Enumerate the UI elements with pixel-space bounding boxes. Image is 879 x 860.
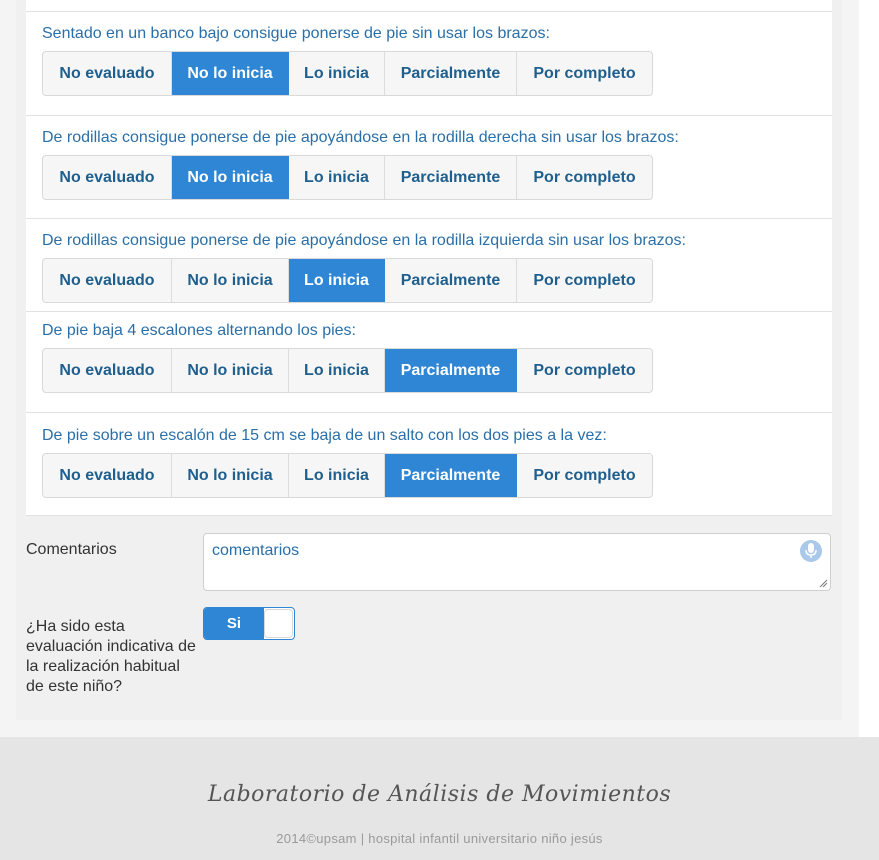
option-no-evaluado[interactable]: No evaluado	[43, 156, 172, 199]
scrollbar-track[interactable]	[859, 0, 879, 737]
option-no-evaluado[interactable]: No evaluado	[43, 349, 172, 392]
comments-placeholder: comentarios	[212, 542, 300, 559]
question-row: De pie baja 4 escalones alternando los p…	[26, 311, 832, 412]
option-por-completo[interactable]: Por completo	[517, 349, 652, 392]
footer-copyright: 2014©upsam | hospital infantil universit…	[276, 831, 603, 846]
question-label: De pie baja 4 escalones alternando los p…	[42, 322, 356, 339]
option-lo-inicia[interactable]: Lo inicia	[289, 349, 385, 392]
indicative-toggle[interactable]: Si	[203, 607, 295, 640]
option-no-evaluado[interactable]: No evaluado	[43, 52, 172, 95]
option-lo-inicia[interactable]: Lo inicia	[289, 259, 385, 302]
option-no-lo-inicia[interactable]: No lo inicia	[172, 156, 289, 199]
question-label: Sentado en un banco bajo consigue poners…	[42, 25, 550, 42]
option-parcialmente[interactable]: Parcialmente	[385, 52, 517, 95]
option-parcialmente[interactable]: Parcialmente	[385, 156, 517, 199]
question-row: De pie sobre un escalón de 15 cm se baja…	[26, 412, 832, 516]
questions-section: Sentado en un banco bajo consigue poners…	[26, 0, 832, 516]
option-no-lo-inicia[interactable]: No lo inicia	[172, 454, 289, 497]
option-lo-inicia[interactable]: Lo inicia	[289, 156, 385, 199]
option-no-evaluado[interactable]: No evaluado	[43, 454, 172, 497]
question-row: De rodillas consigue ponerse de pie apoy…	[26, 218, 832, 311]
option-no-lo-inicia[interactable]: No lo inicia	[172, 349, 289, 392]
toggle-on-label: Si	[204, 608, 264, 639]
question-row: Sentado en un banco bajo consigue poners…	[26, 11, 832, 115]
option-por-completo[interactable]: Por completo	[517, 259, 652, 302]
answer-button-group: No evaluado No lo inicia Lo inicia Parci…	[42, 155, 653, 200]
question-label: De rodillas consigue ponerse de pie apoy…	[42, 129, 679, 146]
footer-title: Laboratorio de Análisis de Movimientos	[207, 782, 672, 807]
option-lo-inicia[interactable]: Lo inicia	[289, 52, 385, 95]
answer-button-group: No evaluado No lo inicia Lo inicia Parci…	[42, 348, 653, 393]
option-por-completo[interactable]: Por completo	[517, 454, 652, 497]
answer-button-group: No evaluado No lo inicia Lo inicia Parci…	[42, 258, 653, 303]
option-no-lo-inicia[interactable]: No lo inicia	[172, 259, 289, 302]
toggle-knob[interactable]	[264, 609, 293, 638]
question-label: De rodillas consigue ponerse de pie apoy…	[42, 232, 686, 249]
option-parcialmente[interactable]: Parcialmente	[385, 349, 517, 392]
comments-textarea[interactable]: comentarios	[203, 533, 831, 591]
answer-button-group: No evaluado No lo inicia Lo inicia Parci…	[42, 453, 653, 498]
question-row: De rodillas consigue ponerse de pie apoy…	[26, 115, 832, 218]
option-parcialmente[interactable]: Parcialmente	[385, 259, 517, 302]
resize-handle-icon[interactable]	[819, 579, 828, 588]
comments-label: Comentarios	[26, 541, 117, 558]
option-por-completo[interactable]: Por completo	[517, 52, 652, 95]
option-no-lo-inicia[interactable]: No lo inicia	[172, 52, 289, 95]
answer-button-group: No evaluado No lo inicia Lo inicia Parci…	[42, 51, 653, 96]
question-label: De pie sobre un escalón de 15 cm se baja…	[42, 427, 607, 444]
microphone-icon[interactable]	[800, 540, 822, 562]
option-por-completo[interactable]: Por completo	[517, 156, 652, 199]
option-parcialmente[interactable]: Parcialmente	[385, 454, 517, 497]
indicative-question-label: ¿Ha sido esta evaluación indicativa de l…	[26, 618, 196, 695]
option-lo-inicia[interactable]: Lo inicia	[289, 454, 385, 497]
option-no-evaluado[interactable]: No evaluado	[43, 259, 172, 302]
